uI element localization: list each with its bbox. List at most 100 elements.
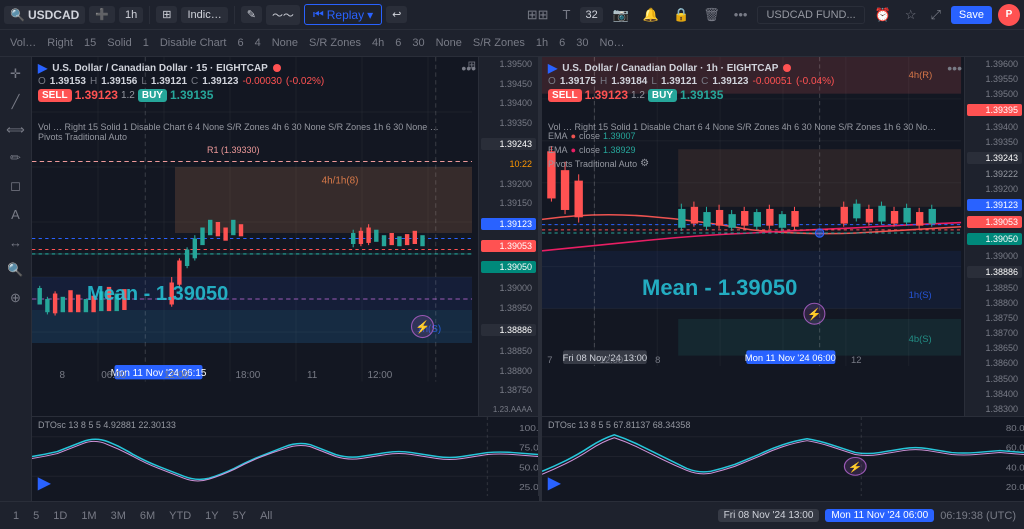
svg-text:40.00: 40.00 [1006, 463, 1024, 472]
1h-button[interactable]: 1h [532, 35, 552, 51]
30-button[interactable]: 6 [391, 35, 405, 51]
channel-tool[interactable]: ⟺ [3, 117, 29, 143]
time-3m-button[interactable]: 3M [106, 508, 131, 524]
camera-button[interactable]: 📷 [609, 5, 633, 25]
time-1m-button[interactable]: 1M [76, 508, 101, 524]
chart1-header: ▶ U.S. Dollar / Canadian Dollar · 15 · E… [32, 57, 498, 106]
price-label: 1.39150 [481, 198, 536, 208]
text-button[interactable]: T [559, 5, 575, 24]
chart2-title: U.S. Dollar / Canadian Dollar · 1h · EIG… [562, 63, 778, 74]
right-button[interactable]: Right [43, 35, 77, 51]
chart1-title-row: ▶ U.S. Dollar / Canadian Dollar · 15 · E… [38, 61, 492, 75]
avatar[interactable]: P [998, 4, 1020, 26]
chart2-ema200-row: EMA ● close 1.38929 [548, 143, 649, 157]
price-label: 1.39350 [481, 118, 536, 128]
undo-button[interactable]: ↩ [386, 6, 407, 23]
four-button[interactable]: 4 [251, 35, 265, 51]
price-label: 1.39400 [967, 122, 1022, 132]
time-1-button[interactable]: 1 [8, 508, 24, 524]
shape-tool[interactable]: ◻ [3, 173, 29, 199]
more-button[interactable]: ••• [730, 5, 752, 24]
time-all-button[interactable]: All [255, 508, 277, 524]
time-1y-button[interactable]: 1Y [200, 508, 223, 524]
chart1-chg-pct: (-0.02%) [286, 76, 324, 87]
chart1-o-label: O [38, 76, 46, 87]
6c-button[interactable]: 6 [555, 35, 569, 51]
30b-button[interactable]: 30 [408, 35, 428, 51]
chart1-buy-val: 1.39135 [170, 88, 213, 102]
cursor-tool[interactable]: ✛ [3, 61, 29, 87]
disable-chart-button[interactable]: Disable Chart [156, 35, 231, 51]
oscillator-row: DTOsc 13 8 5 5 4.92881 22.30133 ▶ 100.00 [32, 416, 1024, 501]
price-label: 1.38800 [967, 298, 1022, 308]
brush-tool[interactable]: ✏ [3, 145, 29, 171]
utc-time: 06:19:38 (UTC) [940, 510, 1016, 522]
price-label: 1.38850 [481, 346, 536, 356]
magnet-tool[interactable]: ⊕ [3, 285, 29, 311]
svg-text:20.00: 20.00 [1006, 483, 1024, 492]
none2-button[interactable]: None [432, 35, 466, 51]
save-button[interactable]: Save [951, 6, 992, 24]
chart2-sell-val: 1.39123 [585, 88, 628, 102]
price-label-mean: 1.39050 [481, 261, 536, 273]
price-label: 1.39350 [967, 137, 1022, 147]
one-button[interactable]: 1 [139, 35, 153, 51]
draw-button[interactable]: ✎ [241, 6, 262, 23]
solid-button[interactable]: Solid [103, 35, 135, 51]
4h-button[interactable]: 4h [368, 35, 388, 51]
svg-text:4h/1h(8): 4h/1h(8) [322, 176, 359, 187]
svg-text:50.00: 50.00 [519, 463, 538, 472]
chart2-tv-icon: ▶ [548, 61, 557, 75]
replay-button[interactable]: ⏮ Replay ▾ [304, 4, 382, 25]
svg-text:7: 7 [547, 354, 552, 365]
chart2-pivots-row: Pivots Traditional Auto ⚙ [548, 157, 649, 171]
bar-type-button[interactable]: ⊞ [156, 6, 177, 23]
30c-button[interactable]: 30 [572, 35, 592, 51]
layout-button[interactable]: ⊞⊞ [523, 5, 553, 25]
chart1-price-row: O 1.39153 H 1.39156 L 1.39121 C 1.39123 … [38, 76, 492, 87]
zoom-tool[interactable]: 🔍 [3, 257, 29, 283]
star-button[interactable]: ☆ [901, 5, 921, 25]
chart1-h-val: 1.39156 [101, 76, 137, 87]
chart1-l-label: L [141, 76, 147, 87]
lock-button[interactable]: 🔒 [669, 5, 693, 25]
charts-container: ✛ ╱ ⟺ ✏ ◻ A ↔ 🔍 ⊕ [0, 57, 1024, 501]
price-label: 10:22 [481, 159, 536, 169]
chart1-c-val: 1.39123 [202, 76, 238, 87]
time-5-button[interactable]: 5 [28, 508, 44, 524]
measure-tool[interactable]: ↔ [3, 229, 29, 255]
line-tool[interactable]: ╱ [3, 89, 29, 115]
none-button[interactable]: None [268, 35, 302, 51]
sr-zones2-button[interactable]: S/R Zones [469, 35, 529, 51]
add-indicator-button[interactable]: ➕ [89, 6, 115, 23]
time-6m-button[interactable]: 6M [135, 508, 160, 524]
chart-row: 4h/1h(8) 1h(S) [32, 57, 1024, 416]
wave-button[interactable]: 〜〜 [266, 5, 300, 25]
vol-button[interactable]: Vol… [6, 35, 40, 51]
none3-button[interactable]: No… [596, 35, 629, 51]
text-tool[interactable]: A [3, 201, 29, 227]
price-label-current: 1.39123 [481, 218, 536, 230]
timeframe-button[interactable]: 1h [119, 7, 143, 23]
svg-text:80.00: 80.00 [1006, 424, 1024, 433]
indicator-button[interactable]: Indic… [181, 7, 227, 23]
expand-button[interactable]: ⤢ [927, 5, 945, 25]
trash-button[interactable]: 🗑 [699, 5, 724, 25]
bell-button[interactable]: 🔔 [639, 5, 663, 25]
chart2-o-label: O [548, 76, 556, 87]
time-5y-button[interactable]: 5Y [228, 508, 251, 524]
price-label: 1.38300 [967, 404, 1022, 414]
chart1-status-dot [273, 64, 281, 72]
chart2-ema10-close: close [579, 129, 600, 143]
svg-text:12:00: 12:00 [368, 370, 393, 381]
time-1d-button[interactable]: 1D [48, 508, 72, 524]
svg-text:⚡: ⚡ [415, 320, 430, 335]
sr-zones-button[interactable]: S/R Zones [305, 35, 365, 51]
search-icon: 🔍 [10, 8, 25, 22]
price-label: 1.39000 [481, 283, 536, 293]
symbol-selector[interactable]: 🔍 USDCAD [4, 6, 85, 24]
time-ytd-button[interactable]: YTD [164, 508, 196, 524]
15-button[interactable]: 15 [80, 35, 100, 51]
watch-button[interactable]: ⏰ [871, 5, 895, 25]
six-button[interactable]: 6 [233, 35, 247, 51]
